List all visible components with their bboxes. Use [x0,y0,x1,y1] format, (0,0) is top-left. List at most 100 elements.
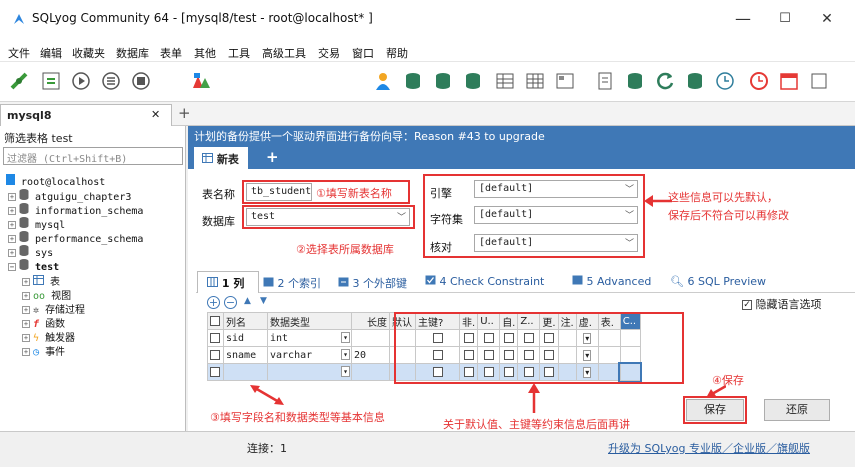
restore-icon[interactable] [432,70,454,92]
tab-columns[interactable]: 1 列 [207,275,244,291]
menu-table[interactable]: 表单 [160,45,182,61]
menu-tools[interactable]: 工具 [228,45,250,61]
tab-sql-preview[interactable]: 🔍︎ 6 SQL Preview [670,275,766,288]
stop-query-icon[interactable] [130,70,152,92]
backup-icon[interactable] [402,70,424,92]
row-checkbox[interactable] [210,366,220,377]
tab-indexes[interactable]: 2 个索引 [263,275,321,291]
collapse-icon[interactable]: − [8,263,16,271]
dropdown-arrow-icon[interactable]: ▾ [341,366,350,377]
refresh-icon[interactable] [654,70,676,92]
cell-length[interactable] [351,329,390,347]
add-editor-tab-button[interactable]: + [266,148,279,166]
tab-new-table[interactable]: 新表 [194,147,248,169]
menu-edit[interactable]: 编辑 [40,45,62,61]
execute-icon[interactable] [70,70,92,92]
tree-node-procedures[interactable]: + ✲ 存储过程 [22,301,85,316]
expand-icon[interactable]: + [22,278,30,286]
menu-database[interactable]: 数据库 [116,45,149,61]
tree-node-root[interactable]: root@localhost [6,174,105,188]
sync-icon[interactable] [624,70,646,92]
remove-row-icon[interactable]: − [224,296,237,309]
scheduler-icon[interactable] [714,70,736,92]
charset-select[interactable]: [default] ﹀ [474,206,638,224]
tree-node-triggers[interactable]: + ϟ 触发器 [22,329,75,344]
upgrade-banner[interactable]: 计划的备份提供一个驱动界面进行备份向导：Reason #43 to upgrad… [188,126,855,144]
menu-help[interactable]: 帮助 [386,45,408,61]
connection-tab-mysql8[interactable]: mysql8 ✕ [0,104,172,126]
cell-column-name[interactable]: sname [223,346,268,364]
cell-data-type[interactable]: int ▾ [267,329,352,347]
engine-select[interactable]: [default] ﹀ [474,180,638,198]
cell-length[interactable]: 20 [351,346,390,364]
menu-window[interactable]: 窗口 [352,45,374,61]
filter-input[interactable]: 过滤器 (Ctrl+Shift+B) [3,147,183,165]
menu-favorites[interactable]: 收藏夹 [72,45,105,61]
revert-button[interactable]: 还原 [764,399,830,421]
move-down-icon[interactable]: ▼ [260,296,267,306]
tab-check-constraint[interactable]: 4 Check Constraint [425,275,544,288]
tree-node-db[interactable]: + atguigu_chapter3 [8,189,131,203]
tree-node-db-test[interactable]: − test [8,259,59,273]
expand-icon[interactable]: + [8,193,16,201]
table-grid-icon[interactable] [494,70,516,92]
menu-advanced-tools[interactable]: 高级工具 [262,45,306,61]
more-tools-icon[interactable] [808,70,830,92]
dropdown-arrow-icon[interactable]: ▾ [341,332,350,343]
upgrade-link[interactable]: 升级为 SQLyog 专业版／企业版／旗舰版 [608,440,810,456]
minimize-button[interactable]: — [728,8,758,30]
row-checkbox[interactable] [210,349,220,360]
header-length[interactable]: 长度 [351,312,390,330]
schema-icon[interactable] [554,70,576,92]
execute-all-icon[interactable] [100,70,122,92]
expand-icon[interactable]: + [8,221,16,229]
cell-length[interactable] [351,363,390,381]
tree-node-tables[interactable]: + 表 [22,273,60,288]
row-checkbox[interactable] [210,332,220,343]
expand-icon[interactable]: + [22,334,30,342]
calendar-icon[interactable] [778,70,800,92]
close-button[interactable]: ✕ [812,8,842,30]
connect-icon[interactable] [8,70,30,92]
history-icon[interactable] [748,70,770,92]
save-button[interactable]: 保存 [686,399,744,421]
move-up-icon[interactable]: ▲ [244,296,251,306]
cell-column-name[interactable]: sid [223,329,268,347]
expand-icon[interactable]: + [8,207,16,215]
tab-foreign-keys[interactable]: 3 个外部键 [338,275,407,291]
expand-icon[interactable]: + [8,249,16,257]
database-select-field[interactable]: test ﹀ [246,208,410,226]
collation-select[interactable]: [default] ﹀ [474,234,638,252]
expand-icon[interactable]: + [22,292,30,300]
select-all-checkbox[interactable] [210,315,220,326]
tree-node-db[interactable]: + performance_schema [8,231,143,245]
tree-node-db[interactable]: + mysql [8,217,65,231]
close-tab-icon[interactable]: ✕ [151,108,160,121]
tree-node-views[interactable]: + oo 视图 [22,287,71,302]
expand-icon[interactable]: + [22,348,30,356]
tree-node-db[interactable]: + information_schema [8,203,143,217]
user-manager-icon[interactable] [372,70,394,92]
report-icon[interactable] [594,70,616,92]
menu-transaction[interactable]: 交易 [318,45,340,61]
tree-node-events[interactable]: + ◷ 事件 [22,343,65,358]
cell-data-type[interactable]: varchar ▾ [267,346,352,364]
expand-icon[interactable]: + [22,306,30,314]
table-name-input[interactable]: tb_student [246,183,312,201]
tree-node-functions[interactable]: + f 函数 [22,315,65,330]
cell-column-name[interactable] [223,363,268,381]
tree-node-db[interactable]: + sys [8,245,53,259]
header-data-type[interactable]: 数据类型 [267,312,352,330]
maximize-button[interactable]: ☐ [770,8,800,30]
migrate-icon[interactable] [684,70,706,92]
new-query-icon[interactable] [40,70,62,92]
add-connection-tab-button[interactable]: + [178,104,191,122]
header-column-name[interactable]: 列名 [223,312,268,330]
menu-other[interactable]: 其他 [194,45,216,61]
table-data-icon[interactable] [524,70,546,92]
import-icon[interactable] [462,70,484,92]
expand-icon[interactable]: + [22,320,30,328]
tab-advanced[interactable]: 5 Advanced [572,275,651,288]
cell-data-type[interactable]: ▾ [267,363,352,381]
expand-icon[interactable]: + [8,235,16,243]
